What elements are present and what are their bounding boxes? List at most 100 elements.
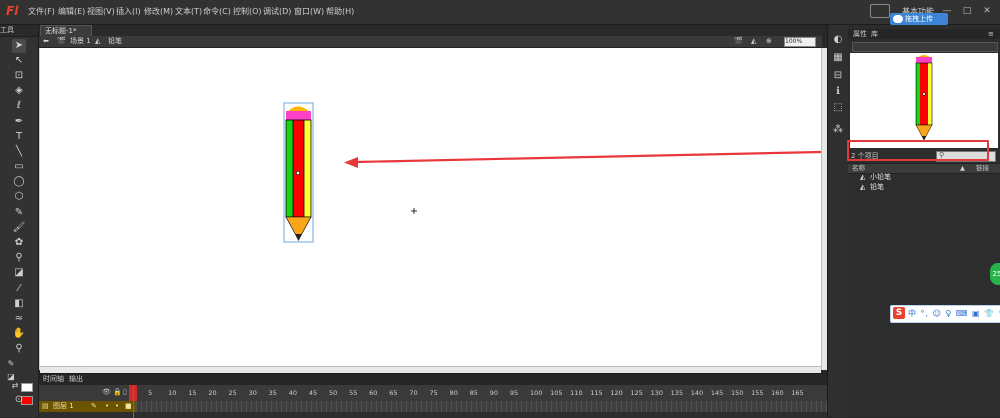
bone-tool-icon[interactable]: ⚲ <box>12 251 26 265</box>
ime-toolbar-icons[interactable]: 中 °, ☺ ♀ ⌨ ▣ 👕 ✎ <box>908 307 1000 320</box>
back-arrow-icon[interactable]: ⬅ <box>43 36 49 47</box>
stroke-color-icon[interactable]: ✎ <box>4 357 18 371</box>
menu-commands[interactable]: 命令(C) <box>203 6 231 18</box>
frame-number: 50 <box>328 389 338 397</box>
menu-text[interactable]: 文本(T) <box>175 6 202 18</box>
sogou-logo[interactable]: S <box>893 307 905 319</box>
tab-timeline[interactable]: 时间轴 <box>43 374 64 385</box>
tab-output[interactable]: 输出 <box>69 374 83 385</box>
menu-help[interactable]: 帮助(H) <box>326 6 354 18</box>
eraser-tool-icon[interactable]: ◧ <box>12 297 26 311</box>
menu-control[interactable]: 控制(O) <box>233 6 262 18</box>
document-select[interactable] <box>852 42 998 52</box>
text-tool-icon[interactable]: T <box>12 130 26 144</box>
align-panel-icon[interactable]: ⊟ <box>831 69 845 83</box>
pencil-tool-icon[interactable]: ✎ <box>12 206 26 220</box>
cloud-icon <box>893 15 903 23</box>
panel-menu-icon[interactable]: ≡ <box>988 29 994 39</box>
rectangle-tool-icon[interactable]: ▭ <box>12 160 26 174</box>
scene-label[interactable]: 场景 1 <box>70 36 91 47</box>
frames-row[interactable] <box>136 401 827 412</box>
close-icon[interactable]: ✕ <box>980 6 994 16</box>
pencil-symbol[interactable] <box>283 102 314 243</box>
upload-badge-label: 拖拽上传 <box>905 15 933 23</box>
tools-panel-tab[interactable]: 工具 <box>0 25 38 37</box>
frame-number: 130 <box>650 389 663 397</box>
menu-edit[interactable]: 编辑(E) <box>58 6 85 18</box>
edit-scene-icon[interactable]: 🎬 <box>734 36 743 47</box>
menu-modify[interactable]: 修改(M) <box>144 6 173 18</box>
upload-badge[interactable]: 拖拽上传 <box>890 13 948 25</box>
pencil-lead <box>295 234 302 241</box>
menu-window[interactable]: 窗口(W) <box>294 6 324 18</box>
frame-ruler[interactable]: 👁 🔒 ▯ 1510152025303540455055606570758085… <box>39 385 827 401</box>
subselection-tool-icon[interactable]: ↖ <box>12 54 26 68</box>
library-item[interactable]: ◭ 铅笔 <box>848 182 1000 192</box>
frame-number: 125 <box>630 389 643 397</box>
tab-properties[interactable]: 属性 <box>853 29 867 39</box>
symbol-label[interactable]: 铅笔 <box>108 36 122 47</box>
menu-insert[interactable]: 插入(I) <box>116 6 141 18</box>
frame-number: 35 <box>268 389 277 397</box>
frame-number: 30 <box>248 389 257 397</box>
info-panel-icon[interactable]: ℹ <box>831 85 845 99</box>
maximize-icon[interactable]: □ <box>960 6 974 16</box>
layer-row[interactable]: ▤ 图层 1 ✎ • • ■ <box>39 401 136 412</box>
frame-number: 70 <box>409 389 418 397</box>
lasso-tool-icon[interactable]: ℓ <box>12 99 26 113</box>
zoom-tool-icon[interactable]: ⚲ <box>12 342 26 356</box>
selection-tool-icon[interactable]: ➤ <box>12 39 26 53</box>
frame-number: 100 <box>529 389 543 397</box>
transform-panel-icon[interactable]: ⬚ <box>831 101 845 115</box>
swap-colors-icon[interactable]: ⇄ <box>8 379 22 393</box>
scene-icon: 🎬 <box>57 37 66 45</box>
frame-number: 120 <box>610 389 623 397</box>
polystar-tool-icon[interactable]: ⬡ <box>12 190 26 204</box>
layer-edit-icon[interactable]: ✎ <box>91 401 97 412</box>
pencil-stripe-green <box>286 120 293 217</box>
paint-bucket-tool-icon[interactable]: ◪ <box>12 266 26 280</box>
color-panel-icon[interactable]: ◐ <box>831 33 845 47</box>
layer-visible-dot[interactable]: • <box>105 401 109 412</box>
movieclip-icon: ◭ <box>860 173 866 181</box>
stage-horizontal-scrollbar[interactable] <box>40 366 821 373</box>
layer-outline-box[interactable]: ■ <box>125 401 132 412</box>
frame-number: 20 <box>208 389 217 397</box>
workspace-switcher-icon[interactable] <box>870 4 890 18</box>
stage[interactable] <box>40 48 821 366</box>
pen-tool-icon[interactable]: ✒ <box>12 115 26 129</box>
menu-debug[interactable]: 调试(D) <box>263 6 291 18</box>
outline-icon[interactable]: ▯ <box>123 388 127 396</box>
stroke-color-swatch[interactable] <box>21 383 33 392</box>
oval-tool-icon[interactable]: ◯ <box>12 175 26 189</box>
eyedropper-tool-icon[interactable]: ⁄ <box>12 282 26 296</box>
library-item[interactable]: ◭ 小铅笔 <box>848 172 1000 182</box>
frame-number: 90 <box>489 389 499 397</box>
frame-number: 155 <box>751 389 764 397</box>
menu-view[interactable]: 视图(V) <box>87 6 115 18</box>
menu-file[interactable]: 文件(F) <box>28 6 55 18</box>
side-float-bubble[interactable]: 25 <box>990 263 1000 285</box>
zoom-select[interactable]: 100% <box>784 37 816 47</box>
width-tool-icon[interactable]: ≈ <box>12 312 26 326</box>
frame-number: 55 <box>349 389 358 397</box>
deco-tool-icon[interactable]: ✿ <box>12 236 26 250</box>
tab-library[interactable]: 库 <box>871 29 878 39</box>
free-transform-tool-icon[interactable]: ⊡ <box>12 69 26 83</box>
line-tool-icon[interactable]: ╲ <box>12 145 26 159</box>
frame-number: 25 <box>228 389 237 397</box>
lock-icon[interactable]: 🔒 <box>113 388 122 396</box>
3d-rotation-tool-icon[interactable]: ◈ <box>12 84 26 98</box>
edit-symbol-icon[interactable]: ◭ <box>751 36 756 47</box>
hand-tool-icon[interactable]: ✋ <box>12 327 26 341</box>
components-panel-icon[interactable]: ⁂ <box>831 123 845 137</box>
ime-toolbar[interactable]: S 中 °, ☺ ♀ ⌨ ▣ 👕 ✎ <box>890 305 1000 323</box>
snap-to-objects-icon[interactable]: ⊙ <box>12 393 26 407</box>
center-stage-icon[interactable]: ⊕ <box>766 36 772 47</box>
brush-tool-icon[interactable]: 🖌 <box>12 221 26 235</box>
layer-lock-dot[interactable]: • <box>115 401 119 412</box>
show-hide-icon[interactable]: 👁 <box>102 388 111 396</box>
layer-name[interactable]: 图层 1 <box>53 401 74 412</box>
swatches-panel-icon[interactable]: ▦ <box>831 51 845 65</box>
layer-icon: ▤ <box>42 402 49 410</box>
